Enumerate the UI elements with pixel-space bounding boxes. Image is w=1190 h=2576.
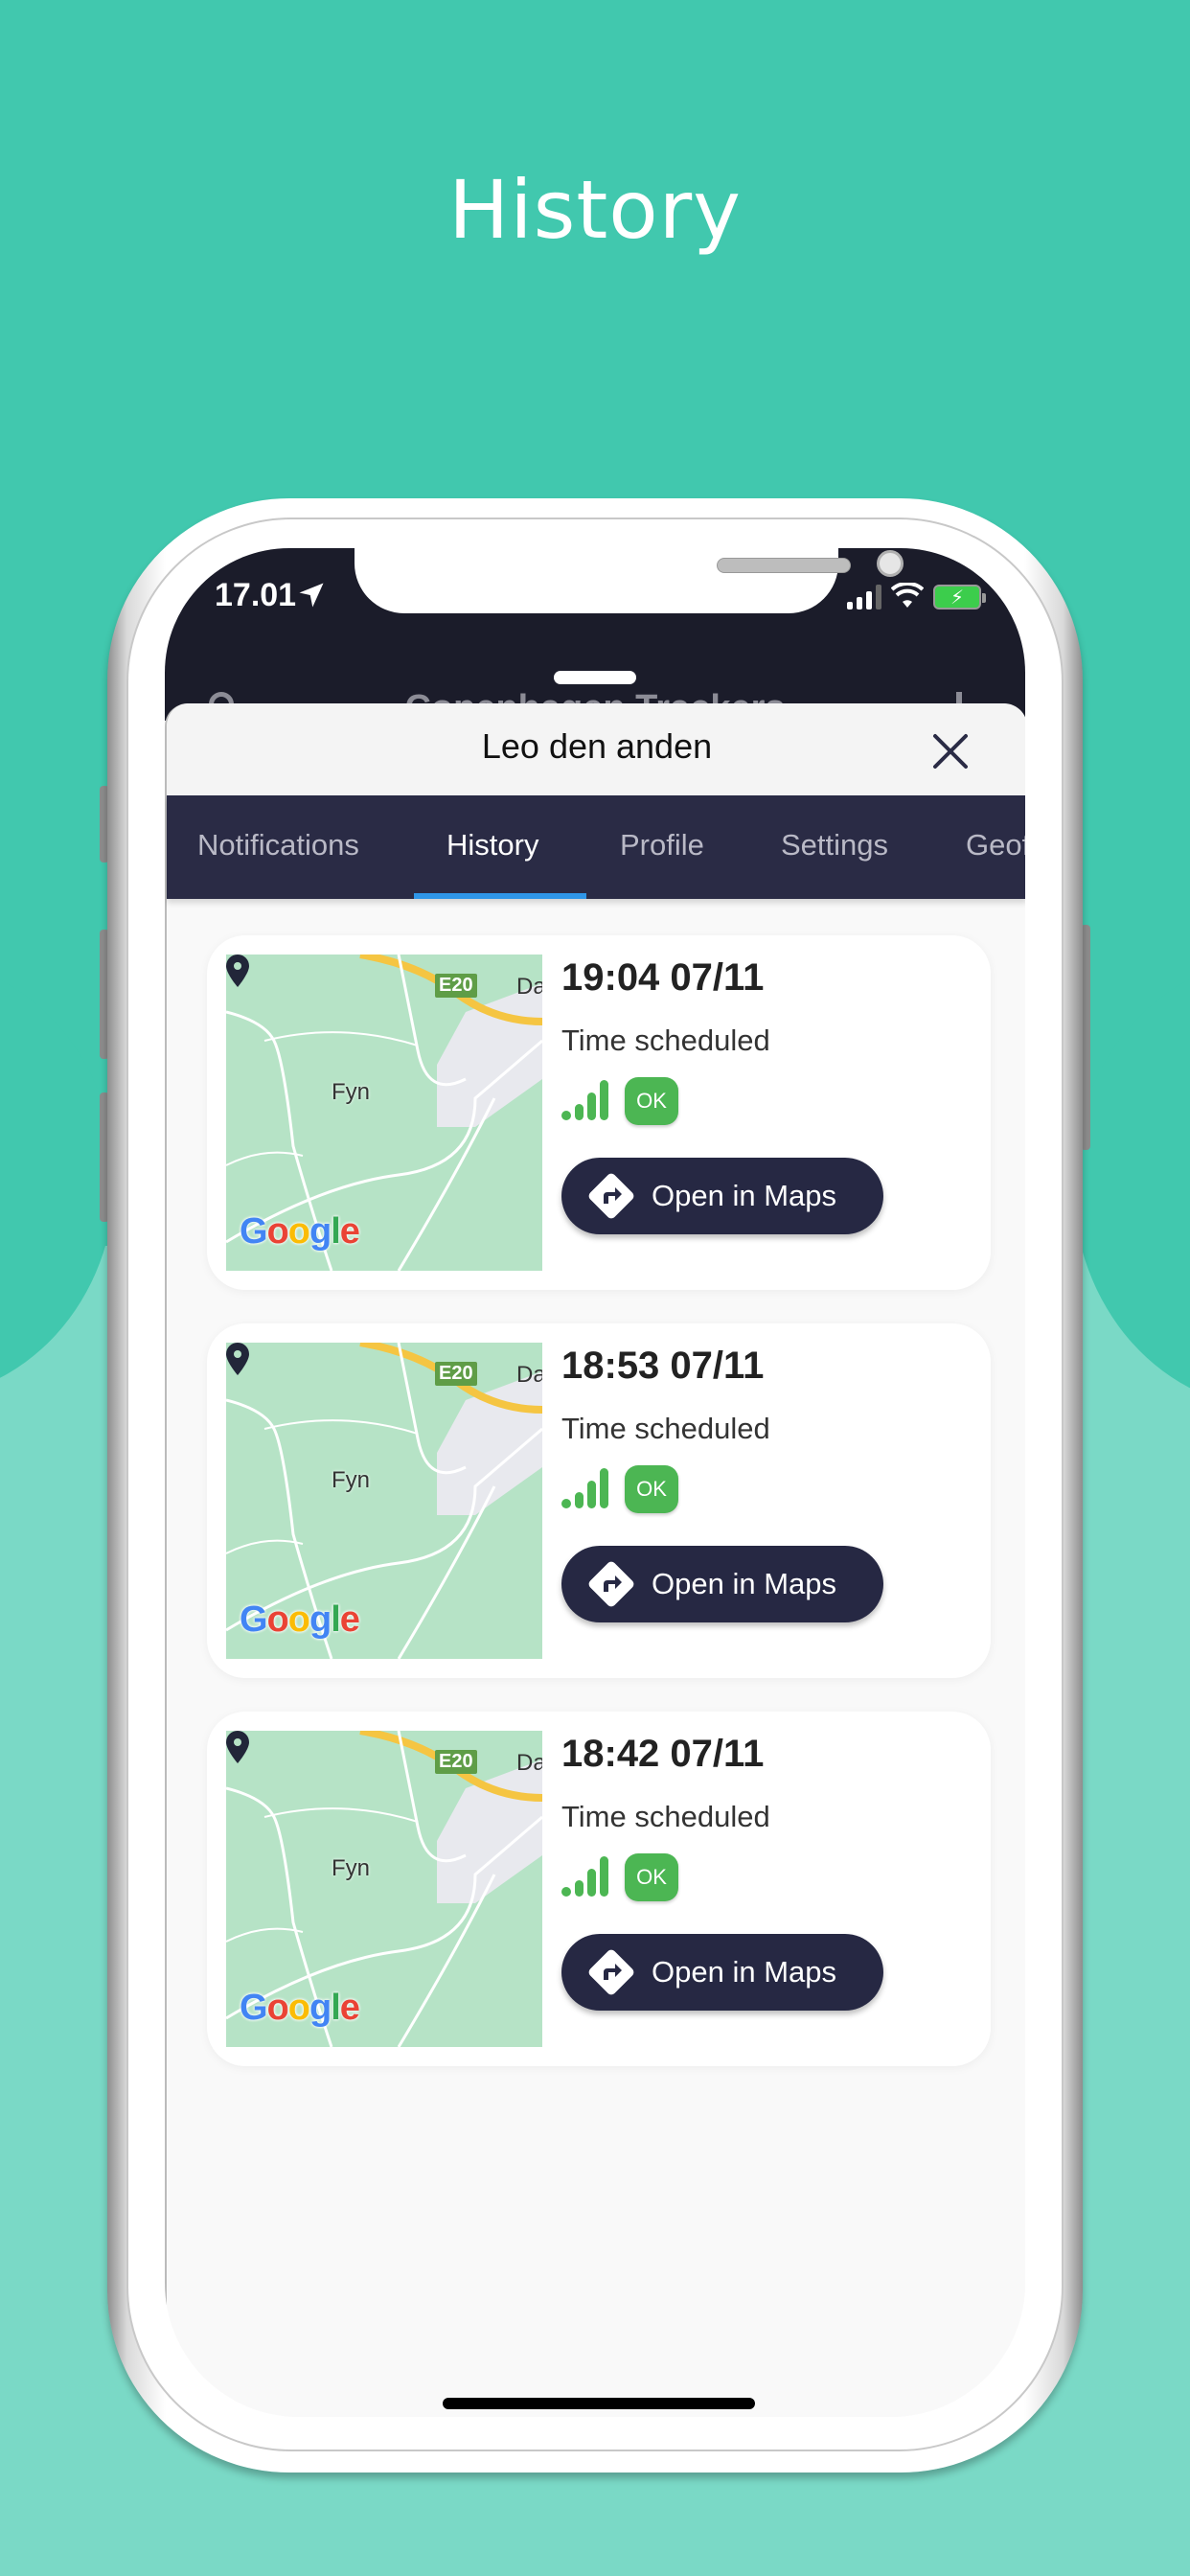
map-thumbnail[interactable]: E20 Da Fyn Google xyxy=(226,954,542,1271)
map-place-label: Fyn xyxy=(332,1079,371,1105)
status-badge: OK xyxy=(625,1465,678,1513)
signal-strength-icon xyxy=(561,1856,608,1897)
map-city-label: Da xyxy=(516,1362,542,1388)
front-camera xyxy=(877,550,904,577)
open-in-maps-label: Open in Maps xyxy=(652,1567,836,1600)
status-icons: ⚡ xyxy=(847,577,986,610)
map-pin-icon xyxy=(226,954,249,987)
map-place-label: Fyn xyxy=(332,1855,371,1881)
history-time: 19:04 07/11 xyxy=(561,956,765,999)
map-city-label: Da xyxy=(516,1750,542,1776)
google-logo: Google xyxy=(240,1211,360,1252)
history-trigger: Time scheduled xyxy=(561,1412,770,1445)
open-in-maps-button[interactable]: Open in Maps xyxy=(561,1934,883,2011)
google-logo: Google xyxy=(240,1988,360,2028)
sheet-title: Leo den anden xyxy=(481,726,713,766)
tab-history[interactable]: History xyxy=(446,828,538,862)
active-tab-indicator xyxy=(414,893,586,899)
open-in-maps-label: Open in Maps xyxy=(652,1179,836,1212)
history-card: E20 Da Fyn Google 18:53 07/11 Time sched… xyxy=(207,1323,991,1678)
map-thumbnail[interactable]: E20 Da Fyn Google xyxy=(226,1343,542,1659)
signal-strength-icon xyxy=(561,1468,608,1508)
open-in-maps-button[interactable]: Open in Maps xyxy=(561,1546,883,1622)
status-badge: OK xyxy=(625,1853,678,1901)
close-icon[interactable] xyxy=(926,726,975,776)
phone-screen: 17.01 ⚡ Copenhagen Trackers Leo den ande… xyxy=(165,548,1025,2417)
history-card: E20 Da Fyn Google 19:04 07/11 Time sched… xyxy=(207,935,991,1290)
map-road-label: E20 xyxy=(435,1750,477,1774)
tab-settings[interactable]: Settings xyxy=(781,828,888,862)
location-arrow-icon xyxy=(299,583,324,608)
status-time: 17.01 xyxy=(215,577,297,613)
open-in-maps-button[interactable]: Open in Maps xyxy=(561,1158,883,1234)
notch xyxy=(355,548,904,613)
map-road-label: E20 xyxy=(435,974,477,998)
wifi-icon xyxy=(891,583,924,608)
map-place-label: Fyn xyxy=(332,1467,371,1493)
tab-notifications[interactable]: Notifications xyxy=(197,828,359,862)
tab-geofence[interactable]: Geof xyxy=(966,828,1025,862)
speaker xyxy=(717,558,851,573)
history-trigger: Time scheduled xyxy=(561,1800,770,1833)
map-road-label: E20 xyxy=(435,1362,477,1386)
tab-profile[interactable]: Profile xyxy=(620,828,704,862)
page-heading: History xyxy=(448,163,742,257)
google-logo: Google xyxy=(240,1599,360,1640)
status-badge: OK xyxy=(625,1077,678,1125)
map-pin-icon xyxy=(226,1343,249,1375)
history-time: 18:53 07/11 xyxy=(561,1345,765,1387)
home-indicator[interactable] xyxy=(443,2398,755,2409)
directions-icon xyxy=(588,1949,634,1995)
tab-bar: Notifications History Profile Settings G… xyxy=(167,795,1025,899)
history-card: E20 Da Fyn Google 18:42 07/11 Time sched… xyxy=(207,1712,991,2066)
map-city-label: Da xyxy=(516,974,542,1000)
cellular-signal-icon xyxy=(847,585,881,610)
directions-icon xyxy=(588,1173,634,1219)
sheet-header: Leo den anden xyxy=(167,703,1025,795)
bottom-sheet: Leo den anden Notifications History Prof… xyxy=(165,703,1025,2417)
open-in-maps-label: Open in Maps xyxy=(652,1955,836,1989)
signal-strength-icon xyxy=(561,1080,608,1120)
map-pin-icon xyxy=(226,1731,249,1763)
map-thumbnail[interactable]: E20 Da Fyn Google xyxy=(226,1731,542,2047)
directions-icon xyxy=(588,1561,634,1607)
history-time: 18:42 07/11 xyxy=(561,1733,765,1775)
history-trigger: Time scheduled xyxy=(561,1024,770,1057)
battery-charging-icon: ⚡ xyxy=(933,585,986,610)
